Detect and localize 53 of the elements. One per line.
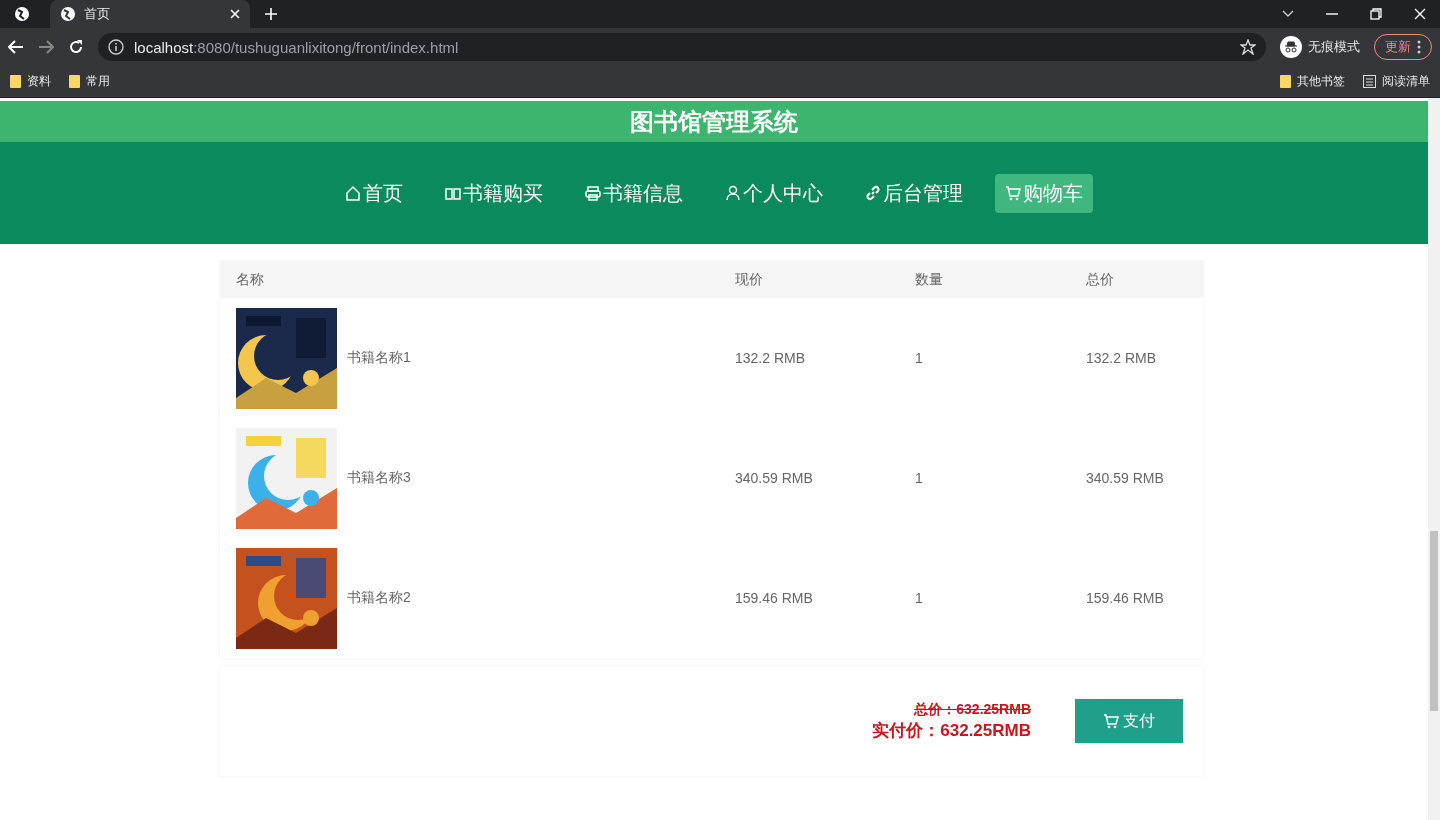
price-cell-text: 159.46 RMB — [734, 590, 814, 606]
pay-total: 实付价：632.25RMB — [872, 719, 1031, 742]
incognito-icon[interactable] — [1280, 36, 1302, 58]
book-name: 书籍名称2 — [347, 589, 411, 607]
address-bar[interactable]: localhost:8080/tushuguanlixitong/front/index.html — [98, 33, 1266, 61]
quantity-cell-text: 1 — [914, 350, 924, 366]
nav-tab[interactable]: 后台管理 — [855, 173, 973, 213]
home-icon — [345, 185, 361, 201]
book-name: 书籍名称1 — [347, 349, 411, 367]
forward-icon[interactable] — [38, 40, 54, 54]
pay-button[interactable]: 支付 — [1075, 699, 1183, 743]
cart-icon — [1005, 185, 1021, 201]
info-icon[interactable] — [108, 39, 124, 55]
incognito-label: 无痕模式 — [1308, 38, 1360, 56]
book-icon — [445, 185, 461, 201]
total-cell-text: 132.2 RMB — [1085, 350, 1158, 366]
cart-icon — [1103, 713, 1119, 729]
price-cell-text: 132.2 RMB — [734, 350, 807, 366]
other-bookmarks[interactable]: 其他书签 — [1280, 73, 1345, 90]
nav-tab[interactable]: 书籍购买 — [435, 173, 553, 213]
column-header: 总价 — [1085, 270, 1115, 289]
column-header: 名称 — [235, 270, 265, 289]
total-cell-text: 159.46 RMB — [1085, 590, 1165, 606]
list-icon[interactable] — [1363, 75, 1376, 88]
more-icon[interactable] — [1417, 40, 1421, 54]
price-cell-text: 340.59 RMB — [734, 470, 814, 486]
user-icon — [725, 185, 741, 201]
quantity-cell-text: 1 — [914, 590, 924, 606]
back-icon[interactable] — [8, 40, 24, 54]
book-name: 书籍名称3 — [347, 469, 411, 487]
bookmark[interactable]: 常用 — [69, 73, 110, 90]
total-cell-text: 340.59 RMB — [1085, 470, 1165, 486]
browser-tab[interactable]: 首页 — [50, 0, 250, 28]
close-icon[interactable] — [230, 9, 240, 19]
chevron-down-icon[interactable] — [1282, 10, 1294, 18]
original-total: 总价：632.25RMB — [914, 700, 1031, 719]
bookmark[interactable]: 资料 — [10, 73, 51, 90]
nav-tab[interactable]: 首页 — [335, 173, 413, 213]
link-icon — [865, 185, 881, 201]
site-title: 图书馆管理系统 — [630, 106, 798, 137]
printer-icon — [585, 185, 601, 201]
reading-list[interactable]: 阅读清单 — [1363, 73, 1430, 90]
column-header: 现价 — [734, 270, 764, 289]
quantity-cell-text: 1 — [914, 470, 924, 486]
close-icon[interactable] — [1414, 8, 1426, 20]
nav-tab[interactable]: 个人中心 — [715, 173, 833, 213]
reload-icon[interactable] — [68, 39, 84, 55]
restore-icon[interactable] — [1370, 8, 1382, 20]
column-header: 数量 — [914, 270, 944, 289]
nav-tab[interactable]: 书籍信息 — [575, 173, 693, 213]
star-icon[interactable] — [1240, 39, 1256, 55]
plus-icon[interactable] — [264, 7, 278, 21]
scrollbar-thumb[interactable] — [1430, 531, 1438, 711]
